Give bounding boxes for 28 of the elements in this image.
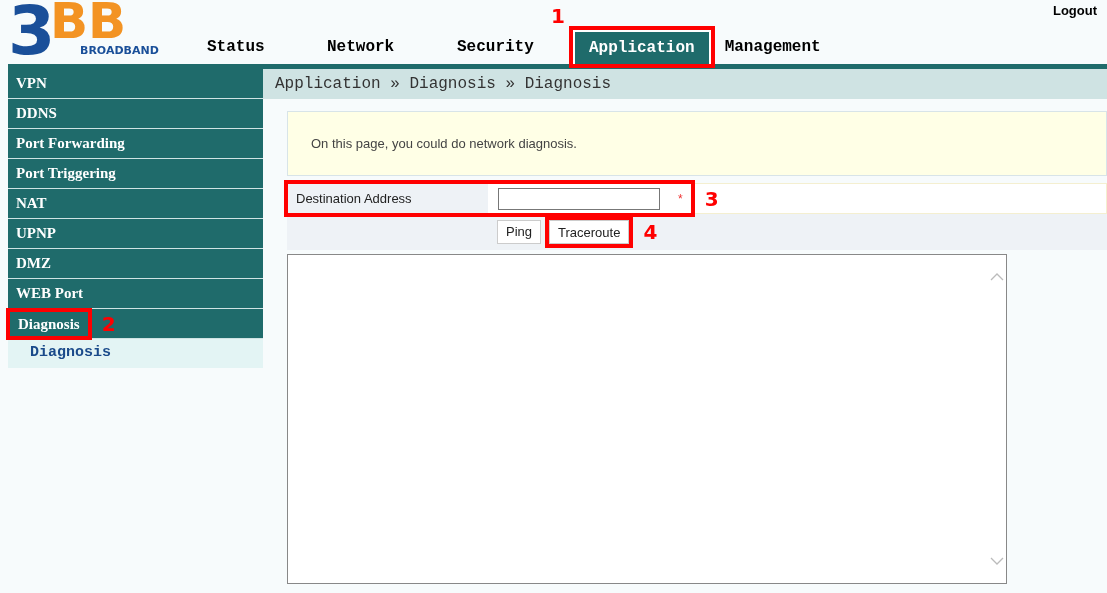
action-button[interactable]: Ping bbox=[497, 220, 542, 244]
menu-item-label[interactable]: NAT bbox=[8, 192, 55, 215]
callout-number: 3 bbox=[704, 188, 719, 209]
destination-address-field[interactable] bbox=[498, 187, 660, 210]
scroll-up-icon[interactable] bbox=[990, 273, 1004, 281]
submenu-item[interactable]: Diagnosis bbox=[8, 339, 263, 368]
action-button[interactable]: Traceroute bbox=[549, 220, 630, 245]
menu-item-label[interactable]: WEB Port bbox=[8, 282, 92, 305]
menu-item-label[interactable]: Port Triggering bbox=[8, 162, 124, 185]
callout-number: 4 bbox=[643, 222, 658, 242]
nav-tab[interactable]: Application bbox=[573, 30, 711, 64]
menu-item-label[interactable]: UPNP bbox=[8, 222, 64, 245]
menu-item-label[interactable]: DMZ bbox=[8, 252, 59, 275]
menu-item-label[interactable]: VPN bbox=[8, 72, 55, 95]
menu-item-label[interactable]: Diagnosis bbox=[10, 315, 88, 332]
callout-number: 2 bbox=[101, 313, 116, 334]
logout-link[interactable]: Logout bbox=[1052, 1, 1097, 21]
menu-item-label[interactable]: DDNS bbox=[8, 102, 65, 125]
required-mark: * bbox=[678, 190, 683, 208]
scroll-down-icon[interactable] bbox=[990, 557, 1004, 565]
menu-item-label[interactable]: Port Forwarding bbox=[8, 132, 133, 155]
nav-tab[interactable]: Security bbox=[443, 30, 573, 64]
nav-tab[interactable]: Management bbox=[710, 30, 841, 64]
nav-tab[interactable]: Status bbox=[193, 30, 313, 64]
breadcrumb: Application » Diagnosis » Diagnosis bbox=[263, 69, 1107, 99]
info-panel: On this page, you could do network diagnosis. bbox=[287, 111, 1107, 176]
nav-tab[interactable]: Network bbox=[313, 30, 443, 64]
callout-number: 1 bbox=[551, 6, 565, 26]
